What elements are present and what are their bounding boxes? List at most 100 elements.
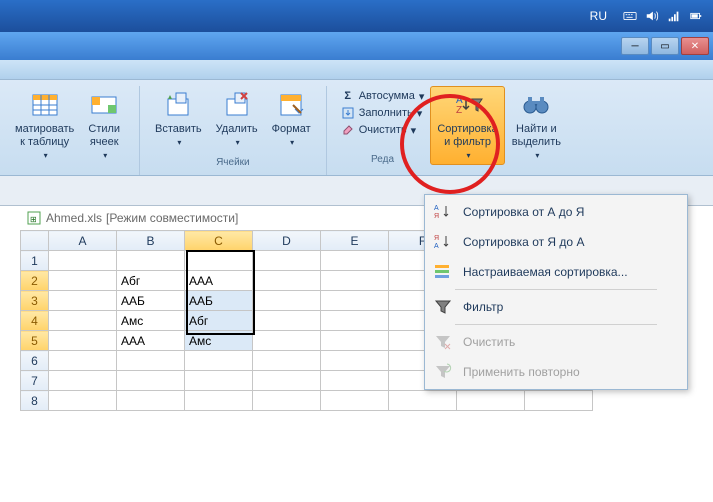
- cell[interactable]: [49, 311, 117, 331]
- cell[interactable]: [253, 351, 321, 371]
- menu-clear: Очистить: [427, 327, 685, 357]
- row-header[interactable]: 8: [21, 391, 49, 411]
- menu-sort-az[interactable]: АЯ Сортировка от А до Я: [427, 197, 685, 227]
- cell[interactable]: [185, 351, 253, 371]
- group-label: [8, 169, 131, 171]
- cell[interactable]: [185, 391, 253, 411]
- cell[interactable]: [321, 311, 389, 331]
- svg-text:Я: Я: [434, 213, 439, 220]
- cell[interactable]: [49, 291, 117, 311]
- autosum-button[interactable]: Σ Автосумма ▾: [339, 88, 427, 104]
- cell[interactable]: [253, 311, 321, 331]
- keyboard-icon[interactable]: [623, 9, 637, 23]
- menu-separator: [455, 324, 657, 325]
- cell[interactable]: [49, 251, 117, 271]
- cell[interactable]: [49, 391, 117, 411]
- cell[interactable]: [321, 391, 389, 411]
- format-cells-icon: [275, 89, 307, 121]
- cell[interactable]: [321, 371, 389, 391]
- ribbon: матировать к таблицу▾ Стили ячеек▾ Встав…: [0, 80, 713, 176]
- table-icon: [29, 89, 61, 121]
- svg-text:А: А: [434, 205, 439, 212]
- cell[interactable]: [321, 271, 389, 291]
- minimize-button[interactable]: ─: [621, 37, 649, 55]
- cell[interactable]: Амс: [117, 311, 185, 331]
- row-header[interactable]: 2: [21, 271, 49, 291]
- cell[interactable]: [253, 371, 321, 391]
- insert-button[interactable]: Вставить▾: [148, 86, 209, 152]
- select-all-corner[interactable]: [21, 231, 49, 251]
- cell[interactable]: [49, 331, 117, 351]
- cell[interactable]: ААА: [185, 271, 253, 291]
- group-label: Реда: [339, 153, 427, 166]
- cell[interactable]: [117, 371, 185, 391]
- cell[interactable]: [525, 391, 593, 411]
- sort-az-icon: АЯ: [433, 202, 453, 222]
- col-header[interactable]: A: [49, 231, 117, 251]
- cell[interactable]: ААБ: [185, 291, 253, 311]
- cell[interactable]: [389, 391, 457, 411]
- maximize-button[interactable]: ▭: [651, 37, 679, 55]
- svg-text:⊞: ⊞: [30, 215, 37, 224]
- menu-sort-za[interactable]: ЯА Сортировка от Я до А: [427, 227, 685, 257]
- format-button[interactable]: Формат▾: [265, 86, 318, 152]
- format-as-table-button[interactable]: матировать к таблицу▾: [8, 86, 81, 165]
- speaker-icon[interactable]: [645, 9, 659, 23]
- cell[interactable]: [117, 351, 185, 371]
- menu-reapply: Применить повторно: [427, 357, 685, 387]
- cell[interactable]: [49, 371, 117, 391]
- cell[interactable]: [321, 291, 389, 311]
- col-header[interactable]: E: [321, 231, 389, 251]
- cell[interactable]: [457, 391, 525, 411]
- cell[interactable]: ААБ: [117, 291, 185, 311]
- cell[interactable]: [253, 391, 321, 411]
- fill-down-icon: [341, 106, 355, 120]
- cell-styles-button[interactable]: Стили ячеек▾: [81, 86, 127, 165]
- chevron-down-icon: ▾: [236, 136, 240, 149]
- find-select-button[interactable]: Найти и выделить▾: [505, 86, 568, 165]
- cell[interactable]: ААА: [117, 331, 185, 351]
- cell[interactable]: [117, 251, 185, 271]
- row-header[interactable]: 4: [21, 311, 49, 331]
- eraser-icon: [341, 123, 355, 137]
- row-header[interactable]: 6: [21, 351, 49, 371]
- cell[interactable]: [185, 371, 253, 391]
- col-header[interactable]: D: [253, 231, 321, 251]
- cell[interactable]: [253, 251, 321, 271]
- cell[interactable]: [321, 251, 389, 271]
- row-header[interactable]: 7: [21, 371, 49, 391]
- row-header[interactable]: 5: [21, 331, 49, 351]
- sort-filter-button[interactable]: AZ Сортировка и фильтр▾: [430, 86, 504, 165]
- svg-text:А: А: [434, 243, 439, 250]
- cell[interactable]: [321, 351, 389, 371]
- chevron-down-icon: ▾: [411, 124, 417, 137]
- col-header[interactable]: C: [185, 231, 253, 251]
- cell[interactable]: [185, 251, 253, 271]
- cell[interactable]: [117, 391, 185, 411]
- battery-icon[interactable]: [689, 9, 703, 23]
- cell[interactable]: Абг: [117, 271, 185, 291]
- clear-button[interactable]: Очистить ▾: [339, 122, 427, 138]
- menu-filter[interactable]: Фильтр: [427, 292, 685, 322]
- cell[interactable]: [253, 331, 321, 351]
- col-header[interactable]: B: [117, 231, 185, 251]
- cell[interactable]: [49, 271, 117, 291]
- row-header[interactable]: 3: [21, 291, 49, 311]
- cell[interactable]: [49, 351, 117, 371]
- chevron-down-icon: ▾: [535, 149, 539, 162]
- delete-button[interactable]: Удалить▾: [209, 86, 265, 152]
- chevron-down-icon: ▾: [417, 107, 423, 120]
- row-header[interactable]: 1: [21, 251, 49, 271]
- cell[interactable]: Абг: [185, 311, 253, 331]
- language-indicator[interactable]: RU: [584, 7, 613, 25]
- menu-custom-sort[interactable]: Настраиваемая сортировка...: [427, 257, 685, 287]
- network-icon[interactable]: [667, 9, 681, 23]
- cell[interactable]: [321, 331, 389, 351]
- cell[interactable]: Амс: [185, 331, 253, 351]
- close-button[interactable]: ✕: [681, 37, 709, 55]
- cell[interactable]: [253, 291, 321, 311]
- cell[interactable]: [253, 271, 321, 291]
- fill-button[interactable]: Заполнить ▾: [339, 105, 427, 121]
- chevron-down-icon: ▾: [103, 149, 107, 162]
- chevron-down-icon: ▾: [177, 136, 181, 149]
